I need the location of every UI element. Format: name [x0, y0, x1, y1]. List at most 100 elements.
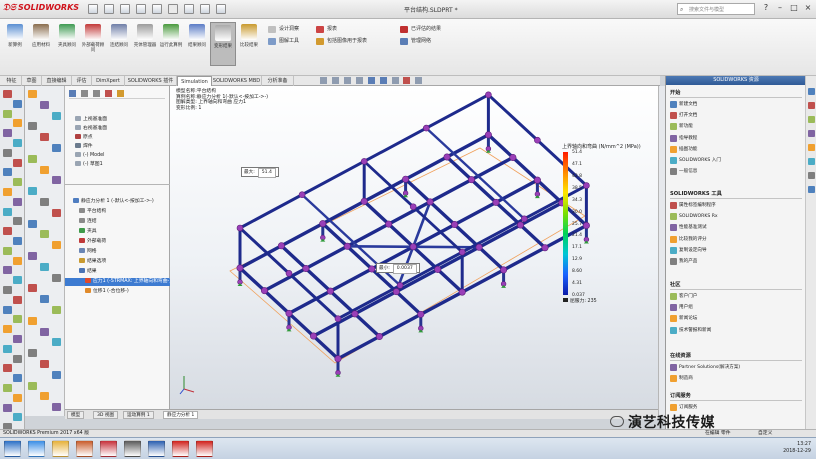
tab-simulation[interactable]: Simulation — [177, 76, 212, 86]
toolbar-tool-icon[interactable] — [40, 327, 49, 336]
tab-direct-edit[interactable]: 直接编辑 — [42, 76, 72, 86]
toolbar-tool-icon[interactable] — [40, 262, 49, 271]
toolbar-tool-icon[interactable] — [3, 384, 12, 392]
tree-item[interactable]: 网格 — [65, 248, 170, 256]
zoom-area-icon[interactable] — [331, 77, 339, 84]
task-pane-link[interactable]: 客户门户 — [670, 292, 697, 301]
task-pane-tab-icon[interactable] — [808, 158, 815, 165]
home-icon[interactable] — [88, 4, 98, 14]
tab-model[interactable]: 模型 — [67, 411, 85, 419]
view-orientation-icon[interactable] — [367, 77, 375, 84]
evaluated-results-button[interactable]: 已评估的结果 — [400, 25, 441, 34]
task-pane-link[interactable]: 用户组 — [670, 303, 693, 312]
toolbar-tool-icon[interactable] — [3, 129, 12, 138]
toolbar-tool-icon[interactable] — [52, 111, 61, 120]
task-pane-link[interactable]: 制造商 — [670, 374, 693, 383]
toolbar-tool-icon[interactable] — [28, 122, 37, 131]
explorer-icon[interactable] — [52, 440, 69, 457]
toolbar-tool-icon[interactable] — [13, 393, 22, 402]
open-file-icon[interactable] — [120, 4, 130, 14]
tab-solidworks-mbd[interactable]: SOLIDWORKS MBD — [212, 76, 262, 86]
task-pane-section-title[interactable]: 订阅服务 — [670, 392, 691, 399]
task-pane-tab-icon[interactable] — [808, 186, 815, 193]
new-study-button[interactable]: 新算例 — [2, 22, 28, 66]
task-pane-tab-icon[interactable] — [808, 88, 815, 95]
task-pane-link[interactable]: 插图功能 — [670, 145, 697, 154]
tree-item[interactable]: (-) 草图1 — [65, 161, 170, 169]
toolbar-tool-icon[interactable] — [13, 217, 22, 226]
tab-evaluate[interactable]: 评估 — [72, 76, 92, 86]
toolbar-tool-icon[interactable] — [40, 295, 49, 304]
results-advisor-button[interactable]: 结果顾问 — [184, 22, 210, 66]
toolbar-tool-icon[interactable] — [13, 119, 22, 128]
minimize-button[interactable]: – — [774, 3, 786, 14]
tab-sketch[interactable]: 草图 — [22, 76, 42, 86]
task-pane-link[interactable]: 新建文档 — [670, 100, 697, 109]
toolbar-tool-icon[interactable] — [3, 227, 12, 236]
app2-icon[interactable] — [124, 440, 141, 457]
toolbar-tool-icon[interactable] — [52, 241, 61, 250]
toolbar-tool-icon[interactable] — [52, 306, 61, 314]
toolbar-tool-icon[interactable] — [40, 360, 49, 368]
shell-manager-button[interactable]: 壳体管理器 — [132, 22, 158, 66]
task-pane-link[interactable]: 订阅服务 — [670, 403, 697, 412]
save-icon[interactable] — [136, 4, 146, 14]
task-pane-link[interactable]: 属性标签编制程序 — [670, 201, 716, 210]
task-pane-tab-icon[interactable] — [808, 116, 815, 123]
toolbar-tool-icon[interactable] — [3, 168, 12, 177]
toolbar-tool-icon[interactable] — [3, 325, 12, 334]
tree-item[interactable]: 应力1 (-STRMAX: 上界轴向和弯曲-) — [65, 278, 171, 286]
toolbar-tool-icon[interactable] — [28, 187, 37, 196]
toolbar-tool-icon[interactable] — [13, 354, 22, 363]
tab-features[interactable]: 特征 — [2, 76, 22, 86]
tree-item[interactable]: 静应力分析 1 (-默认<-按加工->-) — [65, 198, 170, 206]
tree-item[interactable]: 连结 — [65, 218, 170, 226]
tab-analysis-prep[interactable]: 分析准备 — [262, 76, 294, 86]
run-study-button[interactable]: 运行此算例 — [158, 22, 184, 66]
feature-manager-tab-icon[interactable] — [69, 90, 76, 97]
task-pane-link[interactable]: 技术警报和新闻 — [670, 326, 711, 335]
hide-show-icon[interactable] — [391, 77, 399, 84]
media-icon[interactable] — [76, 440, 93, 457]
toolbar-tool-icon[interactable] — [28, 349, 37, 358]
system-clock[interactable]: 13:27 2018-12-29 — [783, 441, 811, 455]
task-pane-link[interactable]: 比较我的评分 — [670, 235, 707, 244]
task-pane-link[interactable]: Partner Solutions(解决方案) — [670, 363, 740, 372]
property-manager-tab-icon[interactable] — [80, 90, 88, 97]
tree-item[interactable]: 上视基准面 — [65, 116, 170, 124]
toolbar-tool-icon[interactable] — [3, 207, 12, 216]
manage-network-button[interactable]: 管理网络 — [400, 37, 431, 46]
tree-item[interactable]: 原点 — [65, 134, 170, 142]
tree-item[interactable]: 外部载荷 — [65, 238, 170, 246]
dimxpert-tab-icon[interactable] — [104, 90, 112, 97]
toolbar-tool-icon[interactable] — [3, 148, 12, 157]
task-pane-section-title[interactable]: SOLIDWORKS 工具 — [670, 190, 722, 197]
toolbar-tool-icon[interactable] — [28, 284, 37, 293]
task-pane-link[interactable]: SOLIDWORKS Rx — [670, 212, 718, 221]
display-style-icon[interactable] — [379, 77, 387, 84]
tree-item[interactable]: 位移1 (-合位移-) — [65, 288, 170, 296]
toolbar-tool-icon[interactable] — [52, 370, 61, 379]
start-icon[interactable] — [4, 440, 21, 457]
toolbar-tool-icon[interactable] — [40, 165, 49, 174]
toolbar-tool-icon[interactable] — [13, 315, 22, 324]
task-pane-link[interactable]: 新功能 — [670, 122, 693, 131]
app3-icon[interactable] — [196, 440, 213, 457]
toolbar-tool-icon[interactable] — [13, 374, 22, 383]
task-pane-tab-icon[interactable] — [808, 102, 815, 109]
solidworks-logo[interactable]: 𝔇𝔖 SOLIDWORKS — [3, 3, 79, 13]
legend-color-bar[interactable] — [563, 152, 568, 295]
toolbar-tool-icon[interactable] — [40, 392, 49, 401]
fixtures-advisor-button[interactable]: 夹具顾问 — [54, 22, 80, 66]
toolbar-tool-icon[interactable] — [52, 403, 61, 412]
task-pane-link[interactable]: 打开文档 — [670, 111, 697, 120]
task-pane-link[interactable]: 指导教程 — [670, 134, 697, 143]
toolbar-tool-icon[interactable] — [13, 178, 22, 187]
report-button[interactable]: 报表 — [316, 25, 337, 34]
toolbar-tool-icon[interactable] — [3, 286, 12, 294]
rebuild-icon[interactable] — [184, 4, 194, 14]
deformed-result-button[interactable]: 变形结果 — [210, 22, 236, 66]
tree-item[interactable]: 焊件 — [65, 143, 170, 151]
frame-model[interactable] — [170, 86, 658, 409]
tab-solidworks-addins[interactable]: SOLIDWORKS 插件 — [125, 76, 177, 86]
